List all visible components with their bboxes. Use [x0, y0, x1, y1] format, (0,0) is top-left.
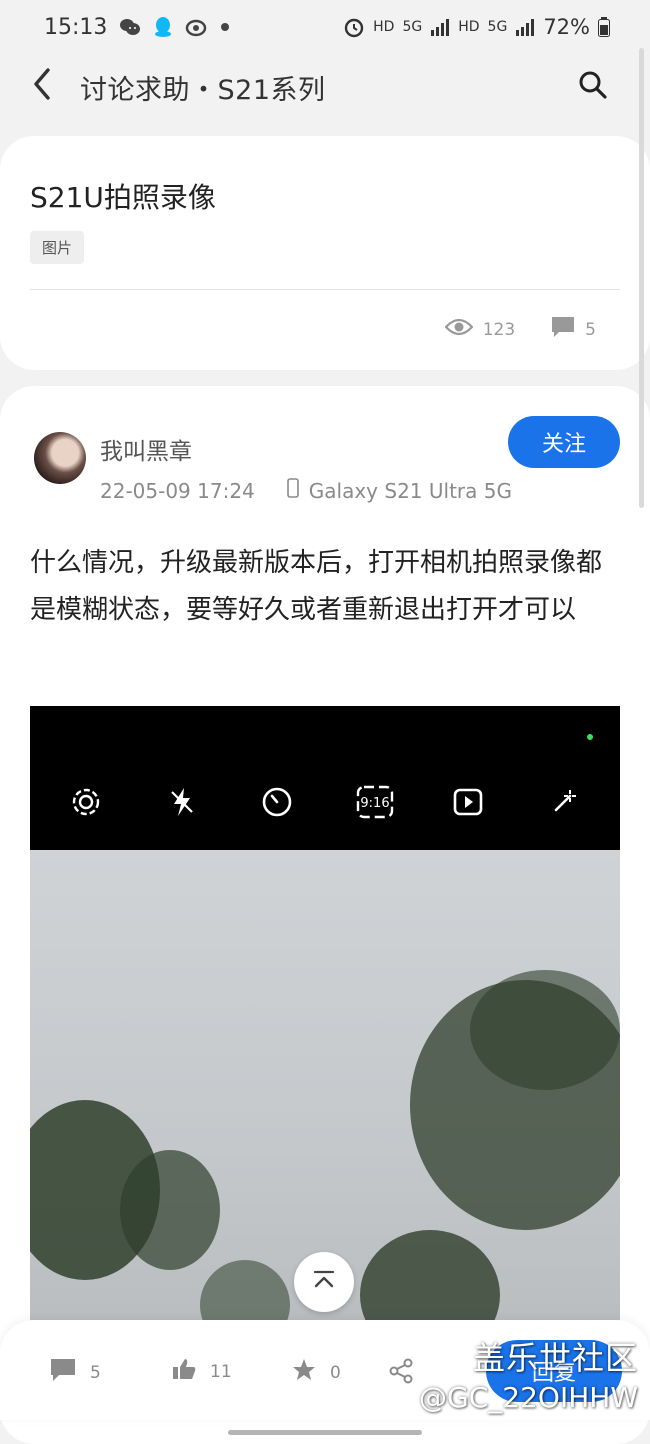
alarm-icon	[343, 16, 365, 38]
comment-count: 5	[90, 1362, 101, 1383]
signal-icon	[430, 18, 450, 36]
status-bar: 15:13 HD 5G HD 5G 72%	[0, 0, 650, 54]
wechat-icon	[119, 17, 141, 37]
flash-off-icon	[164, 784, 200, 820]
home-indicator[interactable]	[228, 1430, 422, 1435]
privacy-indicator	[587, 734, 593, 740]
camera-toolbar: 9:16	[30, 706, 620, 850]
motion-photo-icon	[450, 784, 486, 820]
search-icon[interactable]	[578, 70, 608, 100]
battery-percent: 72%	[543, 15, 590, 39]
watermark: 盖乐世社区 @GC_22OIHHW	[406, 1338, 638, 1418]
signal-icon-2	[515, 18, 535, 36]
post-meta: 22-05-09 17:24 Galaxy S21 Ultra 5G	[100, 478, 512, 503]
post-stats: 123 5	[444, 316, 596, 343]
author-name[interactable]: 我叫黑章	[100, 432, 192, 466]
comment-action[interactable]: 5	[50, 1358, 101, 1387]
view-count: 123	[482, 319, 516, 340]
post-datetime: 22-05-09 17:24	[100, 478, 255, 503]
watermark-handle: @GC_22OIHHW	[419, 1381, 638, 1414]
page-title: 讨论求助・S21系列	[80, 75, 326, 106]
aspect-ratio-label: 9:16	[360, 796, 389, 811]
dot-icon	[221, 23, 230, 31]
thumbs-up-icon	[172, 1358, 196, 1385]
qq-icon	[153, 16, 173, 38]
arrow-up-icon	[312, 1270, 336, 1294]
network-hd-label-2: HD	[458, 19, 480, 35]
watermark-community: 盖乐世社区	[472, 1339, 638, 1377]
weibo-icon	[185, 17, 209, 37]
effects-icon	[546, 784, 582, 820]
battery-icon	[598, 17, 610, 37]
scroll-to-top-button[interactable]	[294, 1252, 354, 1312]
tree-shape	[470, 970, 620, 1090]
comment-icon	[551, 316, 575, 343]
phone-icon	[286, 478, 299, 503]
back-icon[interactable]	[28, 66, 58, 102]
comment-count: 5	[585, 319, 596, 340]
tree-shape	[120, 1150, 220, 1270]
post-title: S21U拍照录像	[30, 181, 216, 214]
comment-icon	[50, 1358, 76, 1387]
avatar[interactable]	[34, 432, 86, 484]
network-5g-label-2: 5G	[487, 19, 508, 35]
app-bar: 讨论求助・S21系列	[0, 54, 650, 116]
like-action[interactable]: 11	[172, 1358, 232, 1385]
timer-icon	[259, 784, 295, 820]
favorite-count: 0	[330, 1362, 341, 1383]
network-hd-label: HD	[373, 19, 395, 35]
like-count: 11	[210, 1361, 232, 1382]
star-icon	[292, 1358, 316, 1387]
scrollbar[interactable]	[639, 48, 644, 508]
network-5g-label: 5G	[402, 19, 423, 35]
aspect-ratio-icon: 9:16	[355, 784, 395, 820]
post-image[interactable]: 9:16	[30, 706, 620, 1346]
category-tag[interactable]: 图片	[30, 231, 85, 264]
divider	[30, 289, 620, 290]
status-time: 15:13	[44, 14, 108, 40]
post-header-card: S21U拍照录像 图片 123 5	[0, 136, 650, 370]
post-body: 什么情况，升级最新版本后，打开相机拍照录像都是模糊状态，要等好久或者重新退出打开…	[30, 548, 603, 625]
favorite-action[interactable]: 0	[292, 1358, 341, 1387]
device-info: Galaxy S21 Ultra 5G	[286, 478, 512, 503]
device-name: Galaxy S21 Ultra 5G	[308, 478, 512, 503]
settings-icon	[68, 784, 104, 820]
eye-icon	[444, 318, 474, 341]
follow-button[interactable]: 关注	[508, 416, 620, 468]
